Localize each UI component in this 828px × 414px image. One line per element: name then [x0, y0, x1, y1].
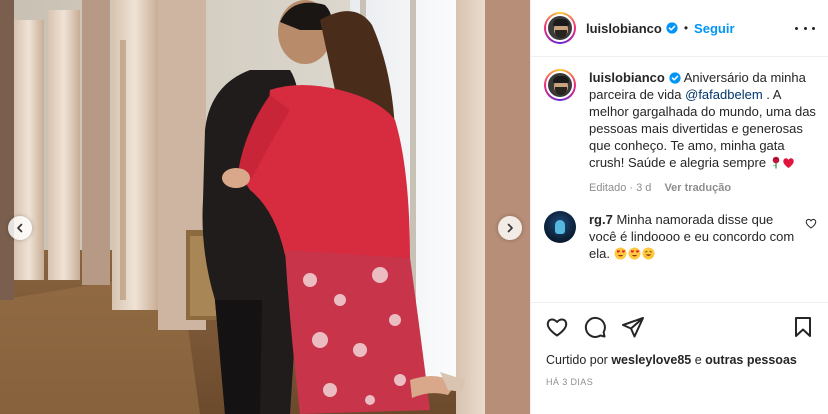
verified-badge-icon — [669, 72, 681, 84]
likes-prefix: Curtido por — [546, 353, 612, 367]
post-photo — [0, 0, 530, 414]
header-separator: • — [683, 21, 689, 35]
likes-summary: Curtido por wesleylove85 e outras pessoa… — [546, 353, 797, 367]
red-heart-emoji-icon — [782, 158, 794, 168]
chevron-right-icon — [507, 223, 513, 233]
author-username[interactable]: luislobianco — [586, 21, 662, 36]
verified-badge-icon — [666, 22, 678, 34]
chevron-left-icon — [17, 223, 23, 233]
comment-icon[interactable] — [583, 315, 607, 339]
caption-username[interactable]: luislobianco — [589, 70, 665, 85]
rose-emoji-icon — [772, 156, 779, 169]
carousel-next-button[interactable] — [498, 216, 522, 240]
instagram-post: luislobianco • Seguir luislobianco Anive… — [0, 0, 828, 414]
caption-edited: Editado · 3 d — [589, 182, 652, 194]
caption-meta: Editado · 3 d Ver tradução — [589, 180, 817, 197]
caption-body: luislobianco Aniversário da minha parcei… — [589, 69, 817, 197]
heart-eyes-emoji-icon — [628, 247, 641, 260]
more-options-icon — [795, 26, 798, 30]
share-icon[interactable] — [621, 315, 645, 339]
comment-item: rg.7 Minha namorada disse que você é lin… — [531, 197, 828, 262]
post-caption: luislobianco Aniversário da minha parcei… — [531, 57, 828, 197]
comment-body: rg.7 Minha namorada disse que você é lin… — [589, 211, 804, 262]
see-translation-link[interactable]: Ver tradução — [664, 182, 731, 194]
likes-middle: e — [691, 353, 706, 367]
post-side-panel: luislobianco • Seguir luislobianco Anive… — [530, 0, 828, 414]
bookmark-icon[interactable] — [791, 315, 815, 339]
post-timestamp[interactable]: HÁ 3 DIAS — [546, 377, 593, 387]
more-options-button[interactable] — [795, 20, 815, 36]
post-media[interactable] — [0, 0, 530, 414]
caption-avatar[interactable] — [544, 69, 576, 101]
post-header: luislobianco • Seguir — [531, 0, 828, 57]
comment-like-heart-icon[interactable] — [805, 218, 817, 229]
hug-emoji-icon — [642, 247, 655, 260]
diver-avatar-icon[interactable] — [544, 211, 576, 243]
author-avatar[interactable] — [544, 12, 576, 44]
heart-outline-icon[interactable] — [545, 315, 569, 339]
caption-mention-link[interactable]: @fafadbelem — [685, 87, 763, 102]
others-link[interactable]: outras pessoas — [705, 353, 797, 367]
carousel-prev-button[interactable] — [8, 216, 32, 240]
follow-button[interactable]: Seguir — [694, 21, 734, 36]
comments-section[interactable]: luislobianco Aniversário da minha parcei… — [531, 57, 828, 303]
liker-username[interactable]: wesleylove85 — [611, 353, 691, 367]
post-actions-bar — [531, 303, 828, 349]
author-avatar-image — [546, 14, 574, 42]
comment-username[interactable]: rg.7 — [589, 212, 613, 227]
heart-eyes-emoji-icon — [614, 247, 627, 260]
